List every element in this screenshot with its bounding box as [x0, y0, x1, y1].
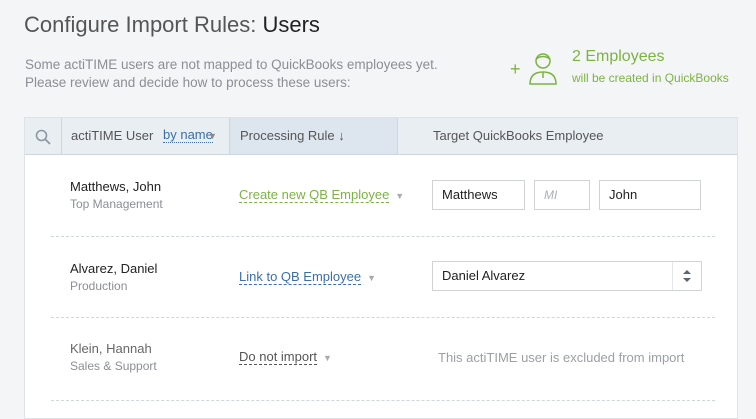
linked-employee-value: Daniel Alvarez	[442, 268, 526, 283]
column-header-processing-rule[interactable]: Processing Rule ↓	[230, 118, 398, 154]
rule-label: Link to QB Employee	[239, 269, 362, 285]
employees-subtitle: will be created in QuickBooks	[572, 71, 729, 85]
table-header: actiTIME User by name ▼ Processing Rule …	[25, 118, 737, 155]
table-row: Klein, Hannah Sales & Support Do not imp…	[51, 318, 715, 401]
table-row: Matthews, John Top Management Create new…	[51, 155, 715, 237]
chevron-down-icon: ▼	[323, 353, 332, 363]
page-description: Some actiTIME users are not mapped to Qu…	[25, 56, 465, 92]
column-rule-label: Processing Rule ↓	[240, 128, 345, 143]
user-name: Matthews, John	[70, 179, 162, 194]
employees-count: 2 Employees	[572, 48, 665, 65]
search-icon	[35, 129, 51, 145]
user-name: Alvarez, Daniel	[70, 261, 158, 276]
page-title-prefix: Configure Import Rules:	[24, 12, 257, 37]
column-target-label: Target QuickBooks Employee	[433, 128, 604, 143]
chevron-down-icon: ▼	[395, 191, 405, 201]
search-button[interactable]	[25, 118, 62, 154]
rule-label: Create new QB Employee	[239, 187, 390, 203]
chevron-down-icon: ▼	[367, 273, 377, 283]
last-name-input[interactable]: Matthews	[432, 180, 525, 210]
excluded-note: This actiTIME user is excluded from impo…	[438, 350, 685, 365]
description-line-2: Please review and decide how to process …	[25, 75, 351, 90]
column-header-target: Target QuickBooks Employee	[398, 118, 737, 154]
plus-sign: +	[510, 59, 521, 79]
column-user-label: actiTIME User	[71, 128, 154, 143]
rule-dropdown[interactable]: Create new QB Employee ▼	[239, 187, 405, 203]
page-title: Configure Import Rules: Users	[24, 12, 320, 38]
user-department: Production	[70, 279, 128, 293]
chevron-down-icon: ▼	[208, 131, 217, 141]
sort-by-dropdown[interactable]: by name	[163, 128, 213, 143]
description-line-1: Some actiTIME users are not mapped to Qu…	[25, 57, 438, 72]
linked-employee-select[interactable]: Daniel Alvarez	[432, 261, 702, 291]
import-rules-table: actiTIME User by name ▼ Processing Rule …	[24, 117, 738, 419]
rule-dropdown[interactable]: Do not import ▼	[239, 349, 332, 365]
table-row: Alvarez, Daniel Production Link to QB Em…	[51, 237, 715, 318]
first-name-input[interactable]: John	[599, 180, 701, 210]
page-title-subject: Users	[262, 12, 320, 37]
select-arrows-icon	[672, 262, 701, 290]
column-header-user: actiTIME User by name ▼	[61, 118, 230, 154]
rule-dropdown[interactable]: Link to QB Employee ▼	[239, 269, 377, 285]
user-add-icon	[529, 53, 557, 85]
user-department: Sales & Support	[70, 359, 157, 373]
user-name: Klein, Hannah	[70, 341, 152, 356]
rule-label: Do not import	[239, 349, 318, 365]
middle-initial-input[interactable]: MI	[534, 180, 590, 210]
user-department: Top Management	[70, 197, 163, 211]
